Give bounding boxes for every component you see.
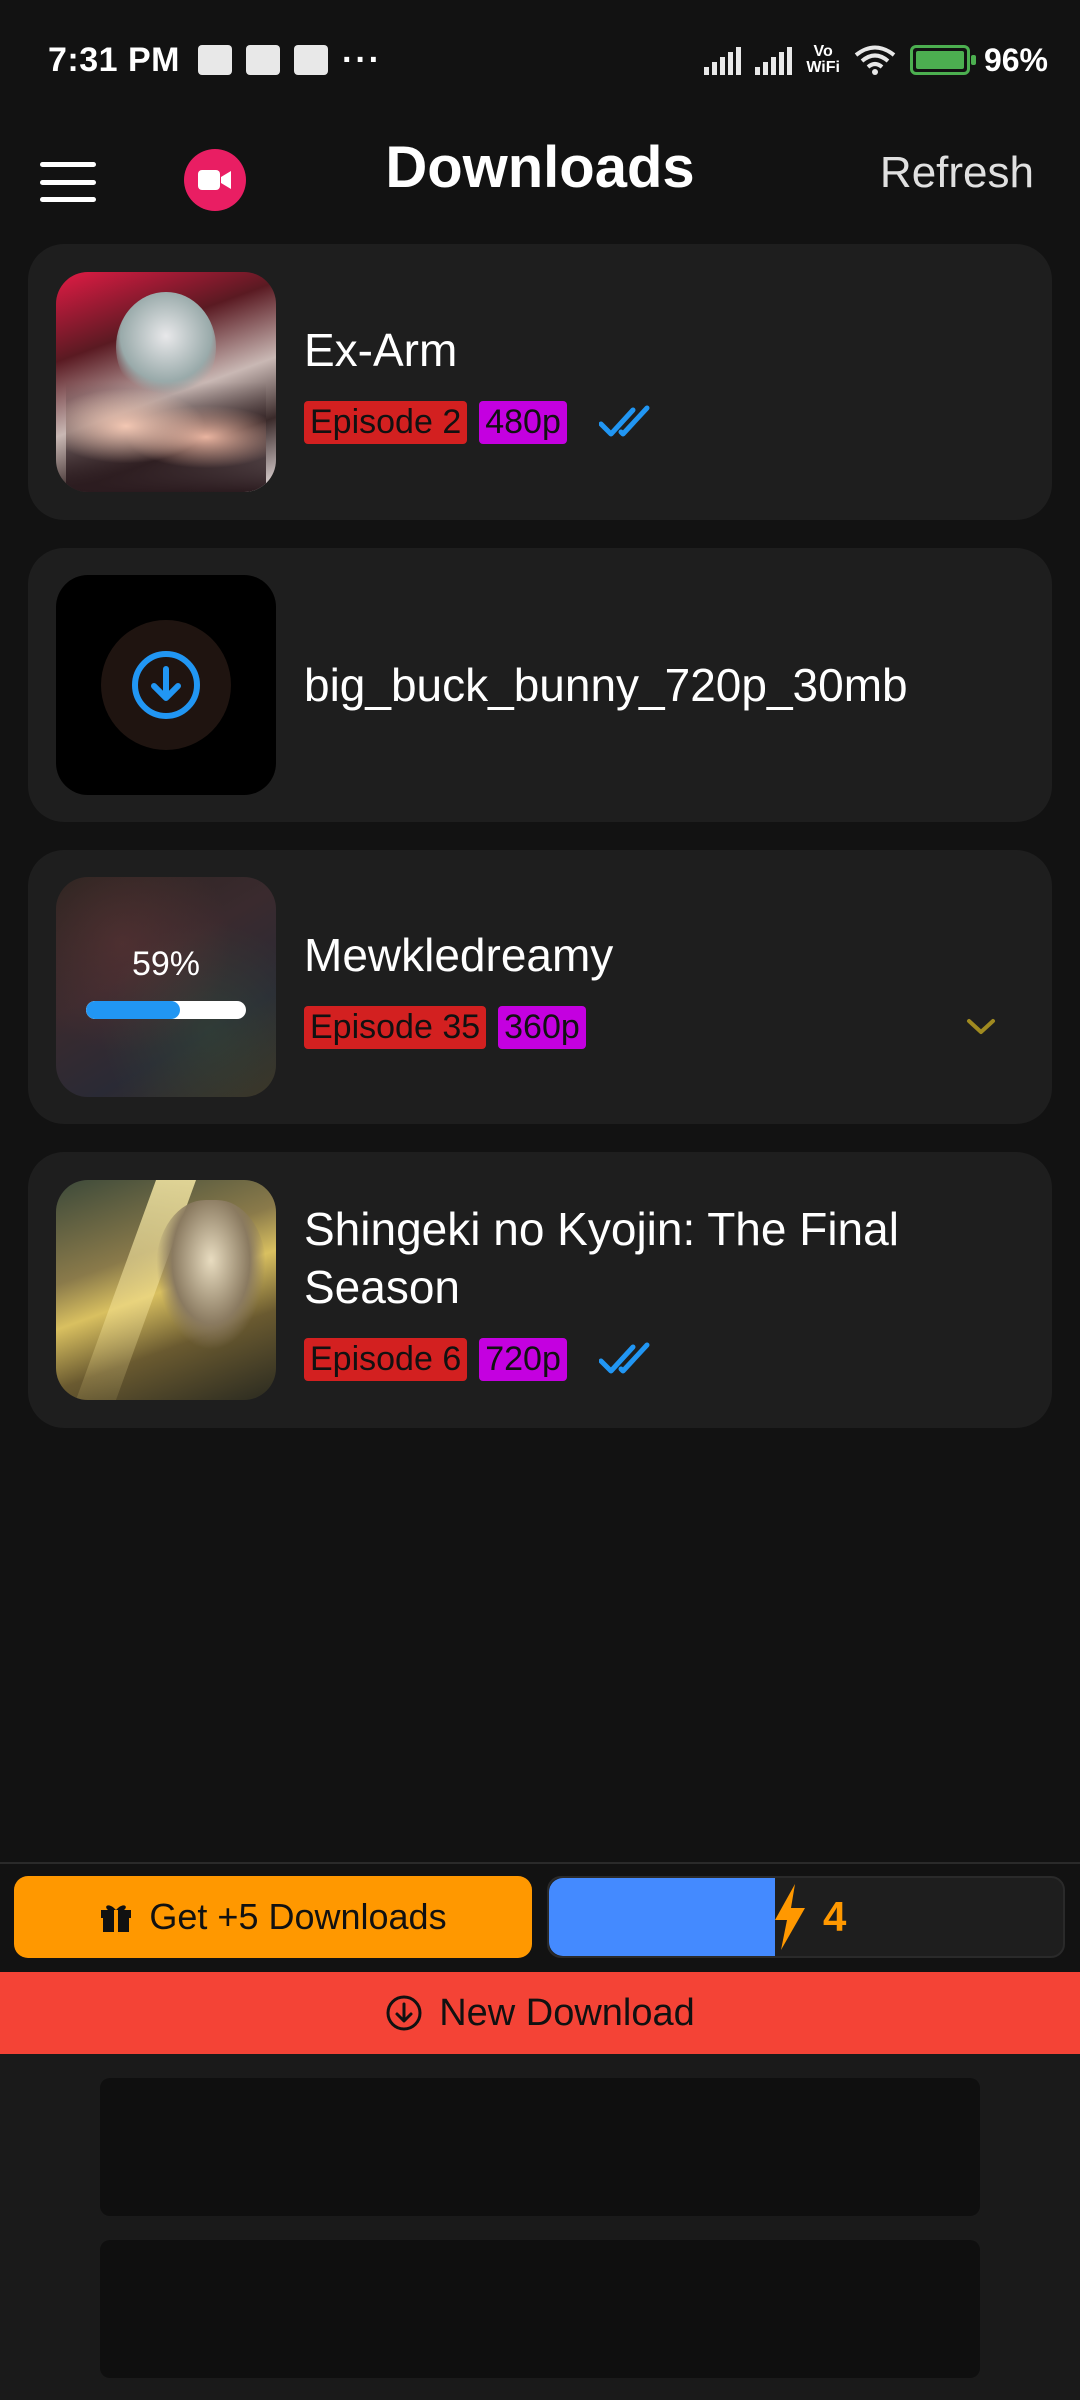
battery-icon bbox=[909, 45, 976, 75]
bottom-divider bbox=[0, 1862, 1080, 1864]
episode-badge: Episode 6 bbox=[304, 1337, 468, 1381]
episode-badge: Episode 35 bbox=[304, 1005, 487, 1049]
download-circle-icon bbox=[132, 651, 200, 719]
app-header: Downloads Refresh bbox=[0, 120, 1080, 240]
item-title: Ex-Arm bbox=[304, 323, 458, 376]
item-title: Shingeki no Kyojin: The Final Season bbox=[304, 1202, 899, 1313]
item-info: Mewkledreamy Episode 35 360p bbox=[304, 926, 1024, 1049]
vowifi-icon: Vo WiFi bbox=[806, 44, 840, 76]
notification-icons bbox=[198, 45, 328, 75]
thumbnail bbox=[56, 1180, 276, 1400]
item-title: Mewkledreamy bbox=[304, 928, 614, 981]
get-downloads-button[interactable]: Get +5 Downloads bbox=[14, 1876, 532, 1958]
more-notifications-icon: ··· bbox=[342, 40, 382, 79]
ad-slot[interactable] bbox=[100, 2078, 980, 2216]
status-bar: 7:31 PM ··· Vo WiFi 96% bbox=[0, 0, 1080, 120]
double-check-icon bbox=[598, 404, 655, 440]
chat-icon bbox=[246, 45, 280, 75]
thumbnail bbox=[56, 575, 276, 795]
download-item-big-buck-bunny[interactable]: big_buck_bunny_720p_30mb bbox=[28, 548, 1052, 822]
quality-badge: 360p bbox=[498, 1005, 586, 1049]
chevron-down-icon[interactable] bbox=[966, 1018, 996, 1041]
download-item-mewkledreamy[interactable]: 59% Mewkledreamy Episode 35 360p bbox=[28, 850, 1052, 1124]
item-tags: Episode 6 720p bbox=[304, 1337, 1024, 1381]
episode-badge: Episode 2 bbox=[304, 400, 468, 444]
quality-badge: 720p bbox=[479, 1337, 567, 1381]
zomato-icon bbox=[294, 45, 328, 75]
system-icons: Vo WiFi 96% bbox=[704, 42, 1048, 79]
gift-icon bbox=[101, 1905, 132, 1932]
ad-slot[interactable] bbox=[100, 2240, 980, 2378]
message-icon bbox=[198, 45, 232, 75]
vowifi-top: Vo bbox=[813, 43, 833, 60]
wifi-icon bbox=[854, 45, 896, 75]
quality-badge: 480p bbox=[479, 400, 567, 444]
signal-2-icon bbox=[755, 45, 793, 75]
download-item-ex-arm[interactable]: Ex-Arm Episode 2 480p bbox=[28, 244, 1052, 520]
double-check-icon bbox=[598, 1341, 655, 1377]
credits-count: 4 bbox=[823, 1893, 847, 1940]
refresh-button[interactable]: Refresh bbox=[880, 148, 1034, 198]
progress-label: 59% bbox=[131, 945, 201, 983]
vowifi-bottom: WiFi bbox=[806, 59, 840, 76]
get-downloads-label: Get +5 Downloads bbox=[149, 1896, 447, 1937]
download-circle-icon bbox=[386, 1995, 422, 2031]
download-item-shingeki-no-kyojin[interactable]: Shingeki no Kyojin: The Final Season Epi… bbox=[28, 1152, 1052, 1428]
item-title: big_buck_bunny_720p_30mb bbox=[304, 659, 908, 711]
clock: 7:31 PM bbox=[48, 40, 180, 79]
thumbnail: 59% bbox=[56, 877, 276, 1097]
thumbnail bbox=[56, 272, 276, 492]
item-tags: Episode 2 480p bbox=[304, 400, 1024, 444]
new-download-button[interactable]: New Download bbox=[0, 1972, 1080, 2054]
download-credits: 4 bbox=[547, 1876, 1065, 1958]
item-info: Shingeki no Kyojin: The Final Season Epi… bbox=[304, 1200, 1024, 1381]
credits-fill bbox=[549, 1878, 776, 1956]
progress-bar bbox=[86, 1001, 246, 1019]
signal-icon bbox=[704, 45, 742, 75]
item-info: big_buck_bunny_720p_30mb bbox=[304, 656, 1024, 714]
battery-percent: 96% bbox=[983, 41, 1048, 78]
downloads-list: Ex-Arm Episode 2 480p big_buck_bunny_720… bbox=[28, 244, 1052, 1456]
item-tags: Episode 35 360p bbox=[304, 1005, 1024, 1049]
progress-fill bbox=[86, 1001, 181, 1019]
lightning-icon bbox=[775, 1884, 805, 1950]
item-info: Ex-Arm Episode 2 480p bbox=[304, 321, 1024, 444]
new-download-label: New Download bbox=[439, 1991, 695, 2034]
ad-area bbox=[0, 2054, 1080, 2400]
